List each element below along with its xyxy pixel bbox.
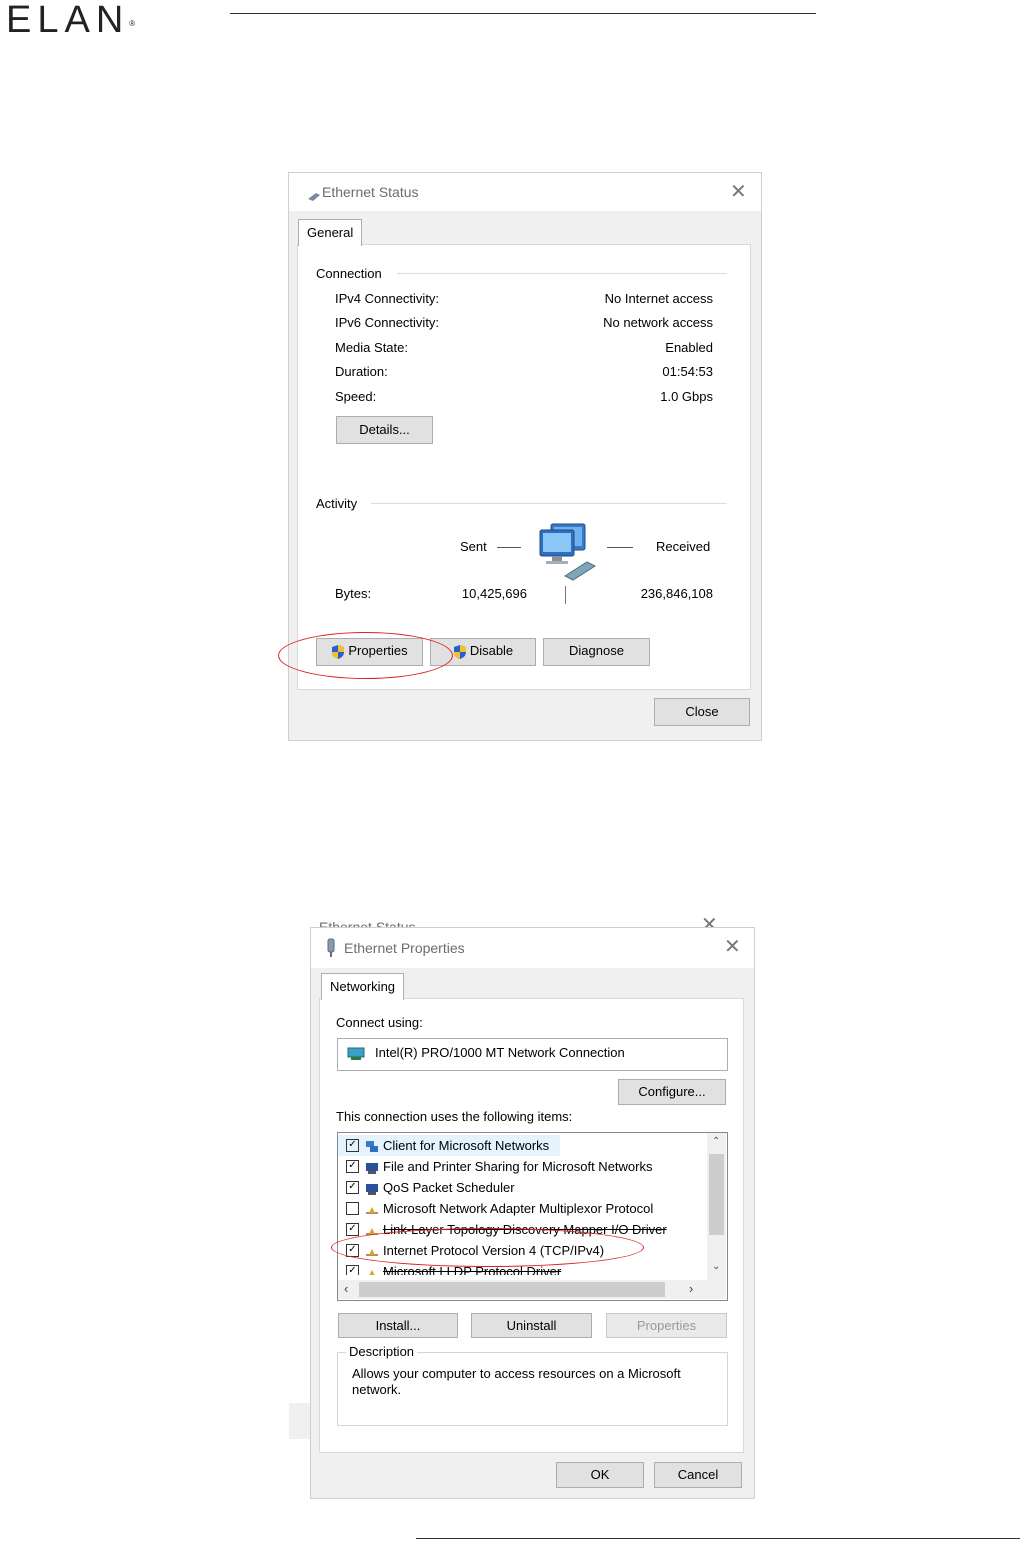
cancel-button[interactable]: Cancel xyxy=(654,1462,742,1488)
connection-group-label: Connection xyxy=(316,266,388,281)
close-icon[interactable]: ✕ xyxy=(724,937,741,957)
scroll-thumb[interactable] xyxy=(709,1154,724,1235)
ok-button[interactable]: OK xyxy=(556,1462,644,1488)
list-item[interactable]: ✓ Client for Microsoft Networks xyxy=(338,1135,560,1156)
logo-text: ELAN xyxy=(6,0,130,41)
speed-value: 1.0 Gbps xyxy=(660,389,713,404)
dialog-title: Ethernet Properties xyxy=(344,940,465,956)
close-button[interactable]: Close xyxy=(654,698,750,726)
details-button[interactable]: Details... xyxy=(336,416,433,444)
footer-rule xyxy=(416,1538,1020,1539)
duration-value: 01:54:53 xyxy=(662,364,713,379)
diagnose-button[interactable]: Diagnose xyxy=(543,638,650,666)
list-item[interactable]: ✓ File and Printer Sharing for Microsoft … xyxy=(338,1156,706,1177)
checkbox-unchecked-icon[interactable] xyxy=(346,1202,359,1216)
ethernet-icon xyxy=(308,193,320,201)
received-dash xyxy=(607,547,633,548)
item-properties-button[interactable]: Properties xyxy=(606,1313,727,1338)
disable-button-label: Disable xyxy=(469,643,514,658)
bytes-divider xyxy=(565,586,566,604)
checkbox-checked-icon[interactable]: ✓ xyxy=(346,1160,359,1174)
vertical-scrollbar[interactable]: ⌃ ⌄ xyxy=(707,1133,726,1280)
network-computers-icon xyxy=(539,523,597,581)
received-label: Received xyxy=(656,539,711,554)
list-item[interactable]: Microsoft Network Adapter Multiplexor Pr… xyxy=(338,1198,706,1219)
description-label: Description xyxy=(346,1344,418,1359)
connection-rule xyxy=(397,273,727,274)
checkbox-checked-icon[interactable]: ✓ xyxy=(346,1139,359,1153)
annotation-ellipse xyxy=(278,632,453,679)
ethernet-status-dialog: Ethernet Status ✕ General Connection IPv… xyxy=(278,173,761,740)
horizontal-scrollbar[interactable]: ‹ › xyxy=(338,1280,726,1299)
adapter-name: Intel(R) PRO/1000 MT Network Connection xyxy=(375,1045,625,1060)
description-text: Allows your computer to access resources… xyxy=(352,1366,681,1397)
annotation-ellipse xyxy=(331,1228,644,1267)
item-label: Microsoft Network Adapter Multiplexor Pr… xyxy=(383,1201,654,1216)
bytes-sent-value: 10,425,696 xyxy=(461,586,527,601)
items-label: This connection uses the following items… xyxy=(336,1109,573,1124)
adapter-box: Intel(R) PRO/1000 MT Network Connection xyxy=(337,1038,728,1071)
item-label: QoS Packet Scheduler xyxy=(383,1180,515,1195)
duration-label: Duration: xyxy=(335,364,388,379)
install-button[interactable]: Install... xyxy=(338,1313,458,1338)
logo-registered-mark: ® xyxy=(129,19,136,28)
ipv4-value: No Internet access xyxy=(604,291,713,306)
elan-logo: ELAN® xyxy=(6,0,135,40)
network-adapter-icon xyxy=(327,938,335,957)
item-label: File and Printer Sharing for Microsoft N… xyxy=(383,1159,653,1174)
scroll-right-icon[interactable]: › xyxy=(689,1281,693,1296)
h-scroll-thumb[interactable] xyxy=(359,1282,665,1297)
media-state-label: Media State: xyxy=(335,340,408,355)
protocol-icon xyxy=(366,1206,378,1214)
scroll-up-icon[interactable]: ⌃ xyxy=(712,1136,720,1147)
uac-shield-icon xyxy=(453,644,466,659)
tab-networking[interactable]: Networking xyxy=(321,973,405,1000)
tab-general[interactable]: General xyxy=(298,219,363,246)
ethernet-properties-dialog: Ethernet Properties ✕ Networking Connect… xyxy=(311,928,754,1498)
network-client-icon xyxy=(366,1140,378,1152)
scroll-down-icon[interactable]: ⌄ xyxy=(712,1261,720,1272)
network-service-icon xyxy=(366,1183,378,1195)
item-label: Client for Microsoft Networks xyxy=(383,1138,550,1153)
items-list[interactable]: ✓ Client for Microsoft Networks ✓ File and… xyxy=(337,1132,728,1301)
activity-rule xyxy=(371,503,727,504)
behind-panel xyxy=(289,943,312,1403)
speed-label: Speed: xyxy=(335,389,377,404)
checkbox-checked-icon[interactable]: ✓ xyxy=(346,1223,359,1237)
connect-using-label: Connect using: xyxy=(336,1015,423,1030)
ipv6-value: No network access xyxy=(603,315,713,330)
bytes-label: Bytes: xyxy=(335,586,372,601)
tab-panel xyxy=(297,244,751,690)
protocol-icon xyxy=(366,1269,378,1275)
sent-label: Sent xyxy=(460,539,487,554)
list-item[interactable]: ✓ QoS Packet Scheduler xyxy=(338,1177,706,1198)
checkbox-checked-icon[interactable]: ✓ xyxy=(346,1265,359,1275)
ipv6-label: IPv6 Connectivity: xyxy=(335,315,440,330)
media-state-value: Enabled xyxy=(665,340,713,355)
activity-group-label: Activity xyxy=(316,496,364,511)
network-service-icon xyxy=(366,1162,378,1174)
dialog-title: Ethernet Status xyxy=(322,184,419,200)
bytes-received-value: 236,846,108 xyxy=(640,586,713,601)
network-card-icon xyxy=(347,1047,365,1060)
configure-button[interactable]: Configure... xyxy=(618,1079,726,1105)
checkbox-checked-icon[interactable]: ✓ xyxy=(346,1181,359,1195)
sent-dash xyxy=(497,547,521,548)
header-rule xyxy=(230,13,816,14)
close-icon[interactable]: ✕ xyxy=(730,182,747,202)
ipv4-label: IPv4 Connectivity: xyxy=(335,291,440,306)
scroll-left-icon[interactable]: ‹ xyxy=(344,1281,348,1296)
uninstall-button[interactable]: Uninstall xyxy=(471,1313,592,1338)
